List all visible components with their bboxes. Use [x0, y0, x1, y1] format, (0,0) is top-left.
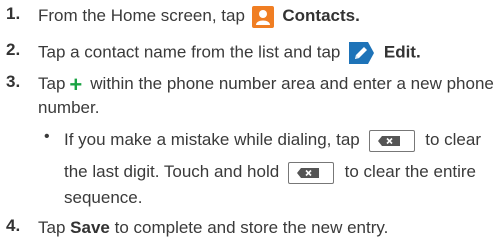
bullet-marker: • [44, 128, 50, 145]
step-2: Tap a contact name from the list and tap… [38, 40, 421, 66]
step-3: Tap + within the phone number area and ent… [38, 72, 494, 97]
step-text: Tap [38, 74, 66, 93]
step-3-continued: number. [38, 96, 99, 120]
plus-icon: + [69, 71, 83, 97]
contacts-label: Contacts [282, 6, 356, 25]
step-number: 4. [6, 216, 21, 235]
step-text: From the Home screen, tap [38, 6, 245, 25]
step-text-end: . [355, 6, 360, 25]
step-number: 3. [6, 72, 21, 91]
bullet-text: sequence. [64, 188, 143, 207]
step-text-end: . [415, 42, 421, 62]
bullet-line-3: sequence. [64, 186, 142, 210]
bullet-text: to clear the entire [344, 162, 477, 181]
backspace-icon [287, 161, 334, 184]
save-label: Save [70, 218, 110, 237]
bullet-text: If you make a mistake while dialing, tap [64, 130, 360, 149]
step-1: From the Home screen, tap Contacts. [38, 4, 360, 28]
edit-label: Edit [383, 42, 416, 62]
step-4: Tap Save to complete and store the new e… [38, 216, 388, 240]
contacts-icon [251, 5, 274, 28]
bullet-line-2: the last digit. Touch and hold to clear … [64, 160, 476, 184]
bullet-text: the last digit. Touch and hold [64, 162, 280, 181]
bullet-text: to clear [425, 130, 481, 149]
step-text: Tap [38, 218, 66, 237]
step-number: 2. [6, 40, 21, 59]
step-number: 1. [6, 4, 21, 23]
step-text: within the phone number area and enter a… [90, 74, 494, 93]
step-text: to complete and store the new entry. [114, 218, 389, 237]
bullet-line-1: If you make a mistake while dialing, tap… [64, 128, 481, 152]
instruction-list: 1. From the Home screen, tap Contacts. 2… [0, 0, 501, 242]
backspace-icon [368, 129, 415, 152]
step-text: number. [38, 98, 100, 117]
edit-icon [347, 40, 375, 66]
step-text: Tap a contact name from the list and tap [38, 42, 341, 62]
